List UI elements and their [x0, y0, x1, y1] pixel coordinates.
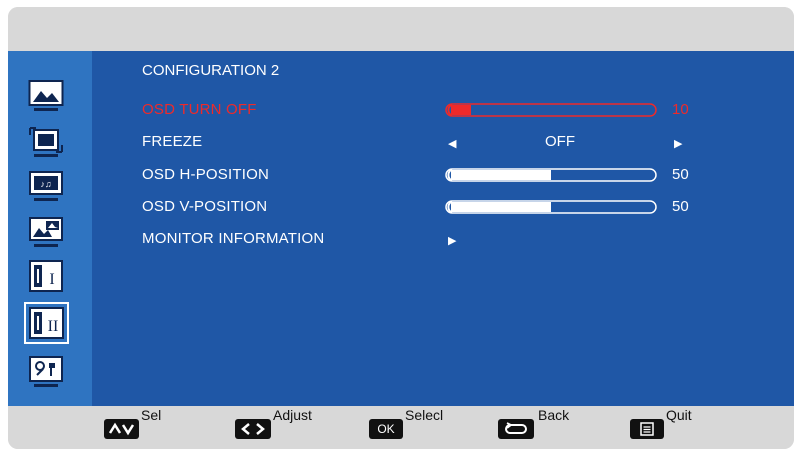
menu-title: CONFIGURATION 2	[142, 62, 280, 79]
monitor-information-label[interactable]: MONITOR INFORMATION	[142, 230, 324, 247]
osd-h-position-label[interactable]: OSD H-POSITION	[142, 166, 269, 183]
quit-label: Quit	[666, 407, 692, 423]
pip-icon[interactable]	[28, 215, 64, 249]
svg-text:♪♫: ♪♫	[40, 179, 51, 189]
audio-icon[interactable]: ♪♫	[28, 169, 64, 203]
select-label: Selecl	[405, 407, 444, 423]
top-strip	[8, 7, 794, 51]
osd-h-position-slider[interactable]	[445, 168, 657, 182]
freeze-value: OFF	[545, 133, 575, 150]
svg-text:II: II	[48, 318, 59, 335]
freeze-label[interactable]: FREEZE	[142, 133, 202, 150]
osd-turn-off-value: 10	[672, 101, 689, 118]
osd-turn-off-label[interactable]: OSD TURN OFF	[142, 101, 257, 118]
osd-v-position-label[interactable]: OSD V-POSITION	[142, 198, 267, 215]
advanced-option-icon[interactable]	[28, 355, 64, 389]
svg-text:I: I	[49, 271, 54, 288]
osd-turn-off-slider[interactable]	[445, 103, 657, 117]
freeze-left-arrow-icon[interactable]: ◀	[448, 137, 456, 150]
osd-v-position-slider[interactable]	[445, 200, 657, 214]
configuration-2-icon[interactable]: II	[24, 302, 69, 344]
monitor-information-arrow-icon[interactable]: ▶	[448, 234, 456, 247]
back-key-icon	[498, 419, 534, 439]
adjust-label: Adjust	[273, 407, 312, 423]
sel-label: Sel	[141, 407, 162, 423]
menu-key-icon	[630, 419, 664, 439]
osd-turn-off-fill	[451, 105, 471, 115]
configuration-1-icon[interactable]: I	[28, 259, 64, 293]
screen-icon[interactable]	[28, 125, 64, 159]
left-right-key-icon	[235, 419, 271, 439]
sidebar: ♪♫ I II	[8, 51, 92, 406]
picture-icon[interactable]	[28, 79, 64, 113]
up-down-key-icon	[104, 419, 139, 439]
freeze-right-arrow-icon[interactable]: ▶	[674, 137, 682, 150]
ok-key-icon: OK	[369, 419, 403, 439]
back-label: Back	[538, 407, 570, 423]
osd-v-position-value: 50	[672, 198, 689, 215]
osd-window: ♪♫ I II	[8, 7, 794, 449]
osd-h-position-value: 50	[672, 166, 689, 183]
osd-v-position-fill	[451, 202, 551, 212]
osd-h-position-fill	[451, 170, 551, 180]
